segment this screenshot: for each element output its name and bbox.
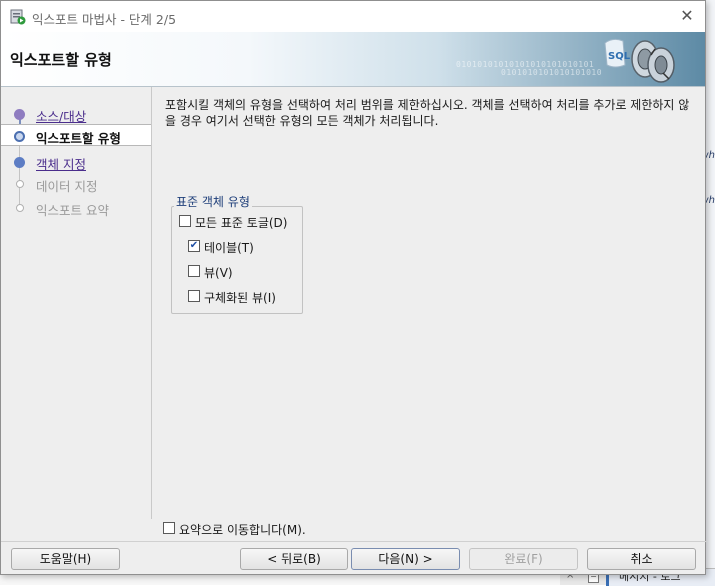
banner-decoration: 0101010101010101010 [501, 68, 603, 77]
checkmark-icon: ✔ [189, 240, 199, 251]
step-types-to-export[interactable]: 익스포트할 유형 [1, 124, 151, 146]
goto-summary-checkbox[interactable] [163, 522, 175, 534]
button-bar-divider [1, 541, 707, 542]
option-label[interactable]: 테이블(T) [204, 239, 254, 256]
cancel-button[interactable]: 취소 [587, 548, 696, 570]
step-description: 포함시킬 객체의 유형을 선택하여 처리 범위를 제한하십시오. 객체를 선택하… [165, 98, 690, 128]
step-marker-disabled [16, 180, 24, 188]
table-checkbox[interactable]: ✔ [188, 240, 200, 252]
step-label: 데이터 지정 [36, 179, 98, 194]
step-label[interactable]: 소스/대상 [36, 106, 86, 125]
view-checkbox[interactable] [188, 265, 200, 277]
finish-button: 완료(F) [469, 548, 578, 570]
option-label[interactable]: 모든 표준 토글(D) [195, 214, 287, 231]
option-label[interactable]: 구체화된 뷰(I) [204, 289, 276, 306]
dialog-title: 익스포트 마법사 - 단계 2/5 [32, 12, 177, 27]
object-types-legend: 표준 객체 유형 [174, 193, 252, 210]
step-source-target[interactable]: 소스/대상 [1, 103, 151, 125]
back-button[interactable]: < 뒤로(B) [240, 548, 348, 570]
page-title: 익스포트할 유형 [10, 51, 112, 69]
export-wizard-icon [10, 9, 26, 25]
step-marker-current [14, 131, 25, 142]
step-export-summary: 익스포트 요약 [1, 197, 151, 219]
step-specify-objects[interactable]: 객체 지정 [1, 151, 151, 173]
step-label: 익스포트할 유형 [36, 131, 121, 146]
close-icon[interactable]: ✕ [677, 6, 697, 26]
step-label[interactable]: 객체 지정 [36, 154, 86, 173]
step-marker-visited [14, 109, 25, 120]
step-marker-disabled [16, 204, 24, 212]
sql-export-graphic: SQL [604, 38, 675, 83]
wizard-banner: 익스포트할 유형 01010101010101010101010101 0101… [1, 32, 705, 87]
step-specify-data: 데이터 지정 [1, 173, 151, 195]
step-label: 익스포트 요약 [36, 203, 109, 218]
export-wizard-dialog: 익스포트 마법사 - 단계 2/5 ✕ 익스포트할 유형 01010101010… [0, 0, 707, 575]
panel-divider [151, 87, 152, 519]
dialog-titlebar[interactable]: 익스포트 마법사 - 단계 2/5 ✕ [1, 1, 705, 32]
step-marker-next [14, 157, 25, 168]
next-button[interactable]: 다음(N) > [351, 548, 460, 570]
materialized-view-checkbox[interactable] [188, 290, 200, 302]
wizard-steps-panel: 소스/대상 익스포트할 유형 객체 지정 데이터 지정 익스포트 요약 [1, 87, 151, 519]
svg-text:SQL: SQL [608, 51, 631, 62]
all-standard-toggle-checkbox[interactable] [179, 215, 191, 227]
help-button[interactable]: 도움말(H) [11, 548, 120, 570]
option-label[interactable]: 요약으로 이동합니다(M). [179, 521, 306, 538]
option-label[interactable]: 뷰(V) [204, 264, 233, 281]
